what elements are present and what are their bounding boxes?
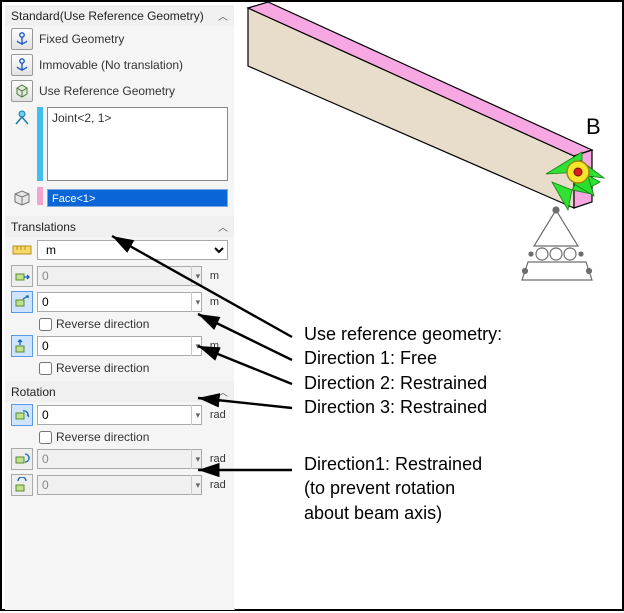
direction-3-icon[interactable] <box>11 335 33 357</box>
unit-label: rad <box>210 453 228 465</box>
section-header-standard[interactable]: Standard(Use Reference Geometry) ︿ <box>5 5 234 26</box>
reverse-checkbox[interactable] <box>39 318 52 331</box>
annotation-line: about beam axis) <box>304 501 482 525</box>
option-label: Fixed Geometry <box>39 32 124 46</box>
rotation-d2-row: ▾ rad <box>5 446 234 472</box>
translation-d3-row: ▾ m <box>5 333 234 359</box>
face-selection-row: Face<1> <box>5 184 234 212</box>
property-panel: Standard(Use Reference Geometry) ︿ Fixed… <box>5 5 235 610</box>
reverse-checkbox[interactable] <box>39 362 52 375</box>
option-immovable[interactable]: Immovable (No translation) <box>5 52 234 78</box>
unit-label: m <box>210 296 228 308</box>
rotation-1-icon[interactable] <box>11 404 33 426</box>
selection-bar-icon <box>37 187 43 205</box>
annotation-line: Direction 1: Free <box>304 346 502 370</box>
anchor-icon <box>11 28 33 50</box>
rotation-d1-row: ▾ rad <box>5 402 234 428</box>
selected-text: Face<1> <box>52 193 95 205</box>
chevron-up-icon: ︿ <box>218 8 228 23</box>
translation-d2-row: ▾ m <box>5 289 234 315</box>
translation-d3-input[interactable] <box>37 336 202 356</box>
checkbox-label: Reverse direction <box>56 361 149 375</box>
option-label: Immovable (No translation) <box>39 58 183 72</box>
section-title: Standard(Use Reference Geometry) <box>11 9 204 23</box>
rotation-d3-row: ▾ rad <box>5 472 234 498</box>
unit-label: m <box>210 340 228 352</box>
direction-1-icon[interactable] <box>11 265 33 287</box>
annotation-line: Use reference geometry: <box>304 322 502 346</box>
annotation-line: Direction1: Restrained <box>304 452 482 476</box>
anchor-icon <box>11 54 33 76</box>
unit-select[interactable]: m <box>37 240 228 260</box>
translation-d2-input[interactable] <box>37 292 202 312</box>
translation-d1-input[interactable] <box>37 266 202 286</box>
unit-label: m <box>210 270 228 282</box>
option-fixed-geometry[interactable]: Fixed Geometry <box>5 26 234 52</box>
rotation-d3-input[interactable] <box>37 475 202 495</box>
option-label: Use Reference Geometry <box>39 84 175 98</box>
selection-bar-icon <box>37 107 43 181</box>
chevron-up-icon: ︿ <box>218 219 228 234</box>
option-use-reference[interactable]: Use Reference Geometry <box>5 78 234 104</box>
rotation-d1-input[interactable] <box>37 405 202 425</box>
ruler-icon <box>11 242 33 258</box>
section-header-rotation[interactable]: Rotation ︿ <box>5 381 234 402</box>
annotation-line: Direction 2: Restrained <box>304 371 502 395</box>
section-title: Translations <box>11 220 76 234</box>
joint-selection-row: Joint<2, 1> <box>5 104 234 184</box>
reverse-d3-row[interactable]: Reverse direction <box>5 359 234 377</box>
joint-icon <box>11 107 33 129</box>
annotation-line: Direction 3: Restrained <box>304 395 502 419</box>
section-title: Rotation <box>11 385 56 399</box>
chevron-up-icon: ︿ <box>218 384 228 399</box>
label-b: B <box>586 114 601 140</box>
reverse-checkbox[interactable] <box>39 431 52 444</box>
section-header-translations[interactable]: Translations ︿ <box>5 216 234 237</box>
reverse-d2-row[interactable]: Reverse direction <box>5 315 234 333</box>
translation-d1-row: ▾ m <box>5 263 234 289</box>
cube-icon <box>11 80 33 102</box>
unit-row: m <box>5 237 234 263</box>
checkbox-label: Reverse direction <box>56 430 149 444</box>
face-icon <box>11 187 33 209</box>
3d-viewport[interactable]: B Use reference geometry: Direction 1: F… <box>234 2 622 608</box>
unit-label: rad <box>210 409 228 421</box>
rotation-2-icon[interactable] <box>11 448 33 470</box>
rotation-3-icon[interactable] <box>11 474 33 496</box>
joint-listbox[interactable]: Joint<2, 1> <box>47 107 228 181</box>
face-selection[interactable]: Face<1> <box>47 189 228 207</box>
checkbox-label: Reverse direction <box>56 317 149 331</box>
annotation-line: (to prevent rotation <box>304 476 482 500</box>
annotation-block-1: Use reference geometry: Direction 1: Fre… <box>304 322 502 419</box>
unit-label: rad <box>210 479 228 491</box>
reverse-r1-row[interactable]: Reverse direction <box>5 428 234 446</box>
direction-2-icon[interactable] <box>11 291 33 313</box>
annotation-block-2: Direction1: Restrained (to prevent rotat… <box>304 452 482 525</box>
rotation-d2-input[interactable] <box>37 449 202 469</box>
listbox-item[interactable]: Joint<2, 1> <box>52 111 111 125</box>
